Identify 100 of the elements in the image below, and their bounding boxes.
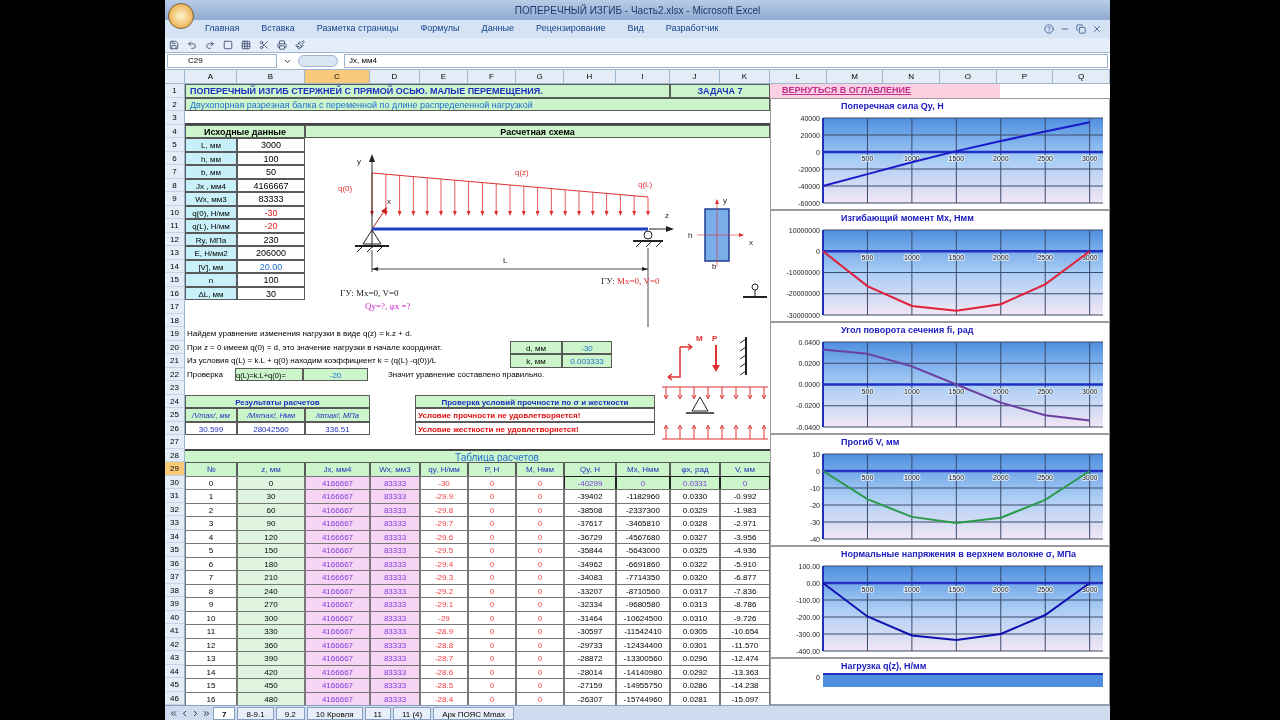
column-header[interactable]: J: [670, 70, 720, 83]
row-header[interactable]: 18: [165, 313, 184, 327]
sheet-tab[interactable]: 10 Кровля: [306, 706, 363, 720]
row-header[interactable]: 42: [165, 637, 184, 651]
row-header[interactable]: 37: [165, 570, 184, 584]
restore-icon[interactable]: [1076, 24, 1086, 34]
column-header[interactable]: P: [996, 70, 1054, 83]
axis-label: b: [712, 262, 717, 271]
last-sheet-icon[interactable]: [202, 708, 211, 718]
column-header[interactable]: K: [720, 70, 770, 83]
derivation-line: Из условия q(L) = k.L + q(0) находим коэффициент k = (q(L) -q(0))/L: [186, 355, 438, 367]
row-header[interactable]: 27: [165, 435, 184, 449]
parameter-label: Wx, мм3: [185, 192, 237, 206]
row-header[interactable]: 24: [165, 394, 184, 408]
row-header[interactable]: 36: [165, 556, 184, 570]
row-header[interactable]: 32: [165, 502, 184, 516]
first-sheet-icon[interactable]: [169, 708, 178, 718]
row-header[interactable]: 1: [165, 84, 184, 98]
previous-sheet-icon[interactable]: [180, 708, 189, 718]
row-header[interactable]: 10: [165, 205, 184, 219]
row-header[interactable]: 9: [165, 192, 184, 206]
row-header[interactable]: 33: [165, 516, 184, 530]
section-header: Таблица расчетов: [185, 448, 770, 462]
sheet-tab[interactable]: 11 (4): [392, 706, 432, 720]
row-header[interactable]: 45: [165, 678, 184, 692]
row-header[interactable]: 6: [165, 151, 184, 165]
row-header[interactable]: 40: [165, 610, 184, 624]
row-header[interactable]: 5: [165, 138, 184, 152]
sheet-tab[interactable]: Арк ПОЯС Мmax: [433, 706, 515, 720]
column-header[interactable]: A: [185, 70, 237, 83]
ribbon-tab[interactable]: Разработчик: [665, 22, 719, 36]
row-header[interactable]: 41: [165, 624, 184, 638]
column-header[interactable]: G: [516, 70, 564, 83]
row-header[interactable]: 20: [165, 340, 184, 354]
next-sheet-icon[interactable]: [191, 708, 200, 718]
undo-icon[interactable]: [187, 40, 197, 50]
ribbon-tab[interactable]: Вид: [627, 22, 644, 36]
row-header[interactable]: 29: [165, 462, 184, 476]
ribbon-tab[interactable]: Формулы: [420, 22, 460, 36]
ribbon-tab[interactable]: Разметка страницы: [316, 22, 399, 36]
column-header[interactable]: H: [564, 70, 616, 83]
ribbon-tab[interactable]: Данные: [481, 22, 515, 36]
row-header[interactable]: 44: [165, 664, 184, 678]
name-box[interactable]: C29: [167, 54, 277, 68]
row-header[interactable]: 14: [165, 259, 184, 273]
column-header[interactable]: D: [370, 70, 420, 83]
row-header[interactable]: 12: [165, 232, 184, 246]
border-icon[interactable]: [223, 40, 233, 50]
row-header[interactable]: 26: [165, 421, 184, 435]
ribbon-tab[interactable]: Рецензирование: [536, 22, 606, 36]
row-header[interactable]: 34: [165, 529, 184, 543]
cut-icon[interactable]: [259, 40, 269, 50]
check-label: Проверка: [186, 368, 224, 381]
sheet-tab[interactable]: 9.2: [275, 706, 305, 720]
row-header[interactable]: 7: [165, 165, 184, 179]
sheet-tab[interactable]: 8-9.1: [237, 706, 274, 720]
row-header[interactable]: 23: [165, 381, 184, 395]
ribbon-tab[interactable]: Главная: [205, 22, 240, 36]
column-header[interactable]: Q: [1053, 70, 1110, 83]
row-header[interactable]: 8: [165, 178, 184, 192]
ribbon-tab[interactable]: Вставка: [261, 22, 295, 36]
row-header[interactable]: 25: [165, 408, 184, 422]
column-header[interactable]: O: [939, 70, 997, 83]
formula-field[interactable]: Jx, мм4: [344, 54, 1108, 68]
row-header[interactable]: 3: [165, 111, 184, 125]
section-axes-drawing: [696, 199, 744, 267]
derivation-line: При z = 0 имеем q(0) = d, это значение нагрузки в начале координат.: [186, 341, 443, 354]
row-header[interactable]: 2: [165, 97, 184, 111]
close-icon[interactable]: [1092, 24, 1102, 34]
column-header[interactable]: M: [826, 70, 884, 83]
row-header[interactable]: 31: [165, 489, 184, 503]
sheet-tab[interactable]: 11: [364, 706, 391, 720]
brush-icon[interactable]: [295, 40, 305, 50]
row-header[interactable]: 19: [165, 327, 184, 341]
grid-icon[interactable]: [241, 40, 251, 50]
column-header[interactable]: L: [770, 70, 827, 83]
redo-icon[interactable]: [205, 40, 215, 50]
row-header[interactable]: 11: [165, 219, 184, 233]
column-header[interactable]: E: [420, 70, 468, 83]
row-header[interactable]: 4: [165, 124, 184, 138]
sheet-tab[interactable]: 7: [213, 706, 236, 720]
row-header[interactable]: 30: [165, 475, 184, 489]
row-header[interactable]: 17: [165, 300, 184, 314]
row-header[interactable]: 35: [165, 543, 184, 557]
row-header[interactable]: 21: [165, 354, 184, 368]
row-header[interactable]: 39: [165, 597, 184, 611]
row-header[interactable]: 13: [165, 246, 184, 260]
row-header[interactable]: 43: [165, 651, 184, 665]
print-icon[interactable]: [277, 40, 287, 50]
help-icon[interactable]: [1044, 24, 1054, 34]
column-header[interactable]: F: [468, 70, 516, 83]
back-link[interactable]: ВЕРНУТЬСЯ В ОГЛАВЛЕНИЕ: [770, 84, 1000, 98]
row-header[interactable]: 22: [165, 367, 184, 381]
row-header[interactable]: 15: [165, 273, 184, 287]
column-header[interactable]: C: [305, 70, 370, 83]
row-header[interactable]: 38: [165, 583, 184, 597]
column-header[interactable]: N: [883, 70, 940, 83]
save-icon[interactable]: [169, 40, 179, 50]
column-header[interactable]: I: [616, 70, 670, 83]
row-header[interactable]: 16: [165, 286, 184, 300]
